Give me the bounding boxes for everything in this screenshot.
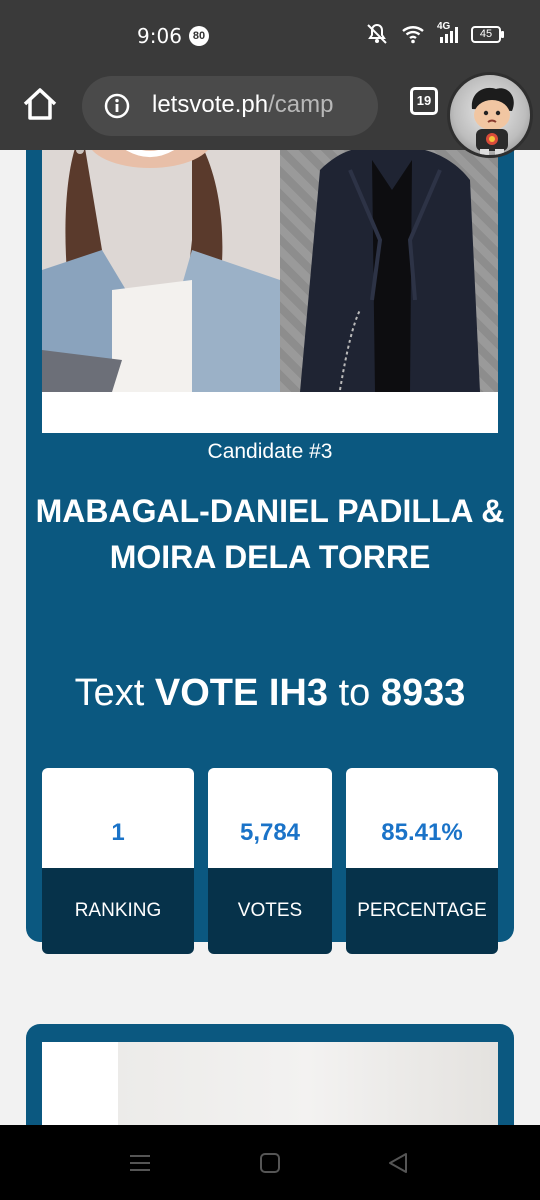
wifi-icon <box>402 26 424 44</box>
vote-to: to <box>338 672 371 714</box>
text-vote-instruction: Text VOTE IH3 to 8933 <box>26 672 514 715</box>
candidate-card: Candidate #3 MABAGAL-DANIEL PADILLA & MO… <box>26 150 514 954</box>
status-time: 9:06 <box>137 24 182 48</box>
url-path: /camp <box>268 91 334 118</box>
vote-prefix: Text <box>74 672 145 714</box>
mute-bell-icon <box>367 23 387 44</box>
battery-icon: 45 <box>471 25 504 43</box>
votes-stat: 5,784 VOTES <box>208 768 332 954</box>
candidate-photo-right <box>280 150 498 392</box>
percentage-value: 85.41% <box>346 768 498 868</box>
votes-label: VOTES <box>208 868 332 954</box>
cell-signal-icon: 4G <box>437 21 459 45</box>
url-domain: letsvote.ph <box>152 91 269 118</box>
votes-value: 5,784 <box>208 768 332 868</box>
candidate-photo <box>42 150 498 433</box>
info-icon[interactable] <box>104 93 130 119</box>
home-nav-icon[interactable] <box>258 1151 282 1175</box>
profile-avatar[interactable] <box>447 72 533 158</box>
status-bar: 9:06 80 4G 45 <box>0 0 540 64</box>
notification-count-badge: 80 <box>189 26 209 46</box>
candidate-photo-left <box>42 150 280 392</box>
candidate-number: Candidate #3 <box>207 440 333 463</box>
next-candidate-photo <box>42 1042 498 1125</box>
next-candidate-image <box>118 1042 498 1125</box>
status-icons: 4G 45 <box>365 21 504 46</box>
next-candidate-card <box>26 1024 514 1125</box>
address-bar[interactable]: letsvote.ph/camp <box>82 76 378 136</box>
vote-number: 8933 <box>380 672 466 714</box>
ranking-value: 1 <box>42 768 194 868</box>
url-text[interactable]: letsvote.ph/camp <box>152 91 372 119</box>
percentage-stat: 85.41% PERCENTAGE <box>346 768 498 954</box>
home-icon[interactable] <box>20 84 60 124</box>
candidate-name: MABAGAL-DANIEL PADILLA & MOIRA DELA TORR… <box>35 493 505 575</box>
recent-apps-icon[interactable] <box>128 1151 152 1175</box>
vote-code: VOTE IH3 <box>154 672 329 714</box>
tab-switcher-button[interactable]: 19 <box>410 87 438 115</box>
ranking-stat: 1 RANKING <box>42 768 194 954</box>
back-nav-icon[interactable] <box>386 1151 410 1175</box>
percentage-label: PERCENTAGE <box>346 868 498 954</box>
page-content: Candidate #3 MABAGAL-DANIEL PADILLA & MO… <box>0 150 540 1125</box>
ranking-label: RANKING <box>42 868 194 954</box>
system-navigation-bar <box>0 1125 540 1200</box>
